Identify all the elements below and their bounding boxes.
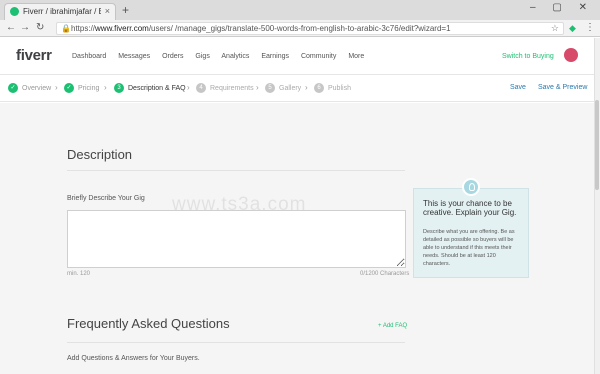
step-description-faq[interactable]: 3 Description & FAQ (114, 83, 186, 93)
step-label: Gallery (279, 84, 302, 92)
lightbulb-icon (462, 178, 480, 196)
chevron-right-icon: › (305, 83, 308, 92)
forward-arrow-icon[interactable]: → (20, 22, 30, 33)
tip-title: This is your chance to be creative. Expl… (423, 199, 517, 217)
extension-icon[interactable]: ◆ (569, 23, 579, 33)
gig-description-label: Briefly Describe Your Gig (67, 195, 145, 202)
tab-title: Fiverr / ibrahimjafar / Edit (23, 7, 101, 16)
bookmark-star-icon[interactable]: ☆ (551, 23, 559, 34)
nav-messages[interactable]: Messages (118, 53, 150, 60)
step-label: Overview (22, 84, 52, 92)
step-number: 4 (196, 83, 206, 93)
save-preview-button[interactable]: Save & Preview (538, 84, 587, 91)
nav-community[interactable]: Community (301, 53, 336, 60)
address-bar: ← → ↻ 🔒 https://www.fiverr.com/users/ /m… (0, 20, 600, 37)
switch-to-buying-link[interactable]: Switch to Buying (502, 53, 554, 60)
character-counter: 0/1200 Characters (360, 271, 410, 277)
scrollbar-thumb[interactable] (595, 100, 599, 190)
reload-icon[interactable]: ↻ (36, 22, 44, 33)
window-controls[interactable]: – ▢ ✕ (530, 2, 594, 13)
description-heading: Description (67, 147, 133, 162)
tip-body: Describe what you are offering. Be as de… (423, 229, 515, 267)
faq-subtitle: Add Questions & Answers for Your Buyers. (67, 355, 200, 362)
back-arrow-icon[interactable]: ← (6, 22, 16, 33)
step-label: Publish (328, 84, 351, 92)
step-label: Description & FAQ (128, 84, 186, 92)
site-header: fiverr Dashboard Messages Orders Gigs An… (0, 38, 594, 75)
url-prefix: https:// (71, 24, 96, 33)
fiverr-logo[interactable]: fiverr (16, 47, 52, 64)
chevron-right-icon: › (187, 83, 190, 92)
divider (67, 170, 405, 171)
browser-menu-icon[interactable]: ⋮ (585, 22, 595, 33)
chevron-right-icon: › (55, 83, 58, 92)
avatar[interactable] (564, 48, 578, 62)
main-nav: Dashboard Messages Orders Gigs Analytics… (72, 53, 374, 60)
step-label: Requirements (210, 84, 254, 92)
step-gallery[interactable]: 5 Gallery (265, 83, 301, 93)
fiverr-favicon-icon (10, 7, 19, 16)
new-tab-button[interactable]: + (122, 3, 129, 17)
add-faq-button[interactable]: + Add FAQ (378, 323, 407, 329)
min-characters-hint: min. 120 (67, 271, 91, 277)
step-requirements[interactable]: 4 Requirements (196, 83, 254, 93)
scrollbar[interactable] (594, 38, 600, 374)
wizard-steps: ✓ Overview › ✓ Pricing › 3 Description &… (0, 76, 594, 102)
step-number: 5 (265, 83, 275, 93)
close-tab-icon[interactable]: × (105, 6, 110, 16)
step-pricing[interactable]: ✓ Pricing (64, 83, 99, 93)
gig-description-textarea[interactable] (67, 210, 406, 268)
nav-gigs[interactable]: Gigs (195, 53, 209, 60)
chevron-right-icon: › (256, 83, 259, 92)
url-input[interactable]: 🔒 https://www.fiverr.com/users/ /manage_… (56, 22, 564, 35)
browser-tab[interactable]: Fiverr / ibrahimjafar / Edit × (4, 3, 116, 20)
nav-analytics[interactable]: Analytics (221, 53, 249, 60)
step-publish[interactable]: 6 Publish (314, 83, 351, 93)
location-pin-icon: 3 (114, 83, 124, 93)
check-icon: ✓ (64, 83, 74, 93)
url-host: www.fiverr.com (95, 24, 149, 33)
nav-earnings[interactable]: Earnings (261, 53, 289, 60)
step-number: 6 (314, 83, 324, 93)
nav-more[interactable]: More (348, 53, 364, 60)
lock-icon: 🔒 (61, 24, 71, 33)
nav-orders[interactable]: Orders (162, 53, 183, 60)
nav-dashboard[interactable]: Dashboard (72, 53, 106, 60)
browser-tabbar: Fiverr / ibrahimjafar / Edit × + – ▢ ✕ (0, 0, 600, 20)
check-icon: ✓ (8, 83, 18, 93)
chevron-right-icon: › (104, 83, 107, 92)
watermark: www.ts3a.com (172, 194, 307, 215)
step-label: Pricing (78, 84, 100, 92)
faq-heading: Frequently Asked Questions (67, 316, 230, 331)
url-text: https://www.fiverr.com/users/ /manage_gi… (71, 24, 451, 33)
step-overview[interactable]: ✓ Overview (8, 83, 51, 93)
url-path: /users/ /manage_gigs/translate-500-words… (148, 24, 451, 33)
save-button[interactable]: Save (510, 84, 526, 91)
divider (67, 342, 405, 343)
